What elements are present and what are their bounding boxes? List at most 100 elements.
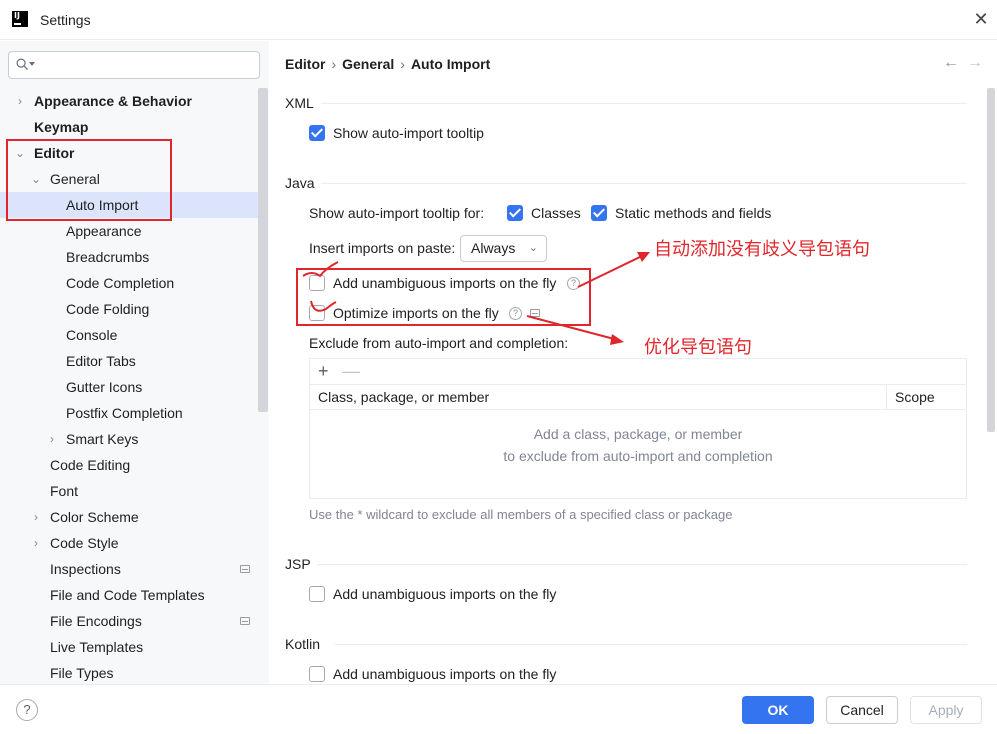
section-divider bbox=[335, 644, 967, 645]
chevron-right-icon[interactable]: › bbox=[14, 88, 26, 114]
insert-on-paste-label: Insert imports on paste: bbox=[309, 240, 456, 256]
sidebar-item-breadcrumbs[interactable]: Breadcrumbs bbox=[0, 244, 258, 270]
remove-icon: — bbox=[342, 361, 360, 381]
sidebar-item-font[interactable]: Font bbox=[0, 478, 258, 504]
sidebar-item-label: Console bbox=[66, 327, 118, 343]
section-kotlin-heading: Kotlin bbox=[285, 636, 321, 652]
breadcrumb-separator: › bbox=[331, 56, 337, 72]
static-methods-checkbox[interactable] bbox=[591, 205, 607, 221]
classes-checkbox[interactable] bbox=[507, 205, 523, 221]
sidebar-item-editor-tabs[interactable]: Editor Tabs bbox=[0, 348, 258, 374]
sidebar-item-label: Smart Keys bbox=[66, 431, 139, 447]
apply-button: Apply bbox=[910, 696, 982, 724]
classes-label: Classes bbox=[531, 205, 581, 221]
sidebar-item-label: Code Editing bbox=[50, 457, 131, 473]
breadcrumb-editor[interactable]: Editor bbox=[285, 56, 325, 72]
wildcard-hint: Use the * wildcard to exclude all member… bbox=[309, 507, 733, 522]
static-methods-label: Static methods and fields bbox=[615, 205, 772, 221]
sidebar-item-label: File and Code Templates bbox=[50, 587, 205, 603]
sidebar-item-color-scheme[interactable]: › Color Scheme bbox=[0, 504, 258, 530]
sidebar-item-postfix-completion[interactable]: Postfix Completion bbox=[0, 400, 258, 426]
search-input[interactable] bbox=[8, 51, 260, 79]
exclude-table: + — Class, package, or member Scope Add … bbox=[309, 358, 967, 499]
sidebar-item-code-folding[interactable]: Code Folding bbox=[0, 296, 258, 322]
sidebar-item-inspections[interactable]: Inspections bbox=[0, 556, 258, 582]
table-empty-text[interactable]: Add a class, package, or member bbox=[310, 426, 966, 442]
column-header-class[interactable]: Class, package, or member bbox=[318, 389, 489, 405]
section-xml-heading: XML bbox=[285, 95, 314, 111]
settings-sidebar: › Appearance & Behavior Keymap ⌄ Editor ⌄ Gene… bbox=[0, 41, 269, 684]
intellij-logo-icon: IJ bbox=[12, 11, 28, 27]
column-header-scope[interactable]: Scope bbox=[895, 389, 935, 405]
ok-button[interactable]: OK bbox=[742, 696, 814, 724]
sidebar-item-label: Code Style bbox=[50, 535, 119, 551]
dialog-footer: ? OK Cancel Apply bbox=[0, 684, 997, 734]
chevron-down-icon: ⌄ bbox=[528, 242, 538, 254]
jsp-add-unambiguous-label: Add unambiguous imports on the fly bbox=[333, 586, 557, 602]
annotation-box-sidebar bbox=[6, 139, 172, 221]
sidebar-item-gutter-icons[interactable]: Gutter Icons bbox=[0, 374, 258, 400]
breadcrumb: Editor › General › Auto Import bbox=[285, 56, 490, 72]
project-settings-marker-icon bbox=[240, 617, 250, 625]
sidebar-scrollbar[interactable] bbox=[258, 88, 268, 412]
close-icon[interactable]: ✕ bbox=[972, 10, 990, 28]
insert-on-paste-value: Always bbox=[471, 240, 516, 256]
chevron-right-icon[interactable]: › bbox=[30, 504, 42, 530]
content-scrollbar[interactable] bbox=[987, 88, 995, 432]
sidebar-item-live-templates[interactable]: Live Templates bbox=[0, 634, 258, 660]
sidebar-item-code-completion[interactable]: Code Completion bbox=[0, 270, 258, 296]
sidebar-item-label: Breadcrumbs bbox=[66, 249, 150, 265]
sidebar-item-console[interactable]: Console bbox=[0, 322, 258, 348]
annotation-note-optimize: 优化导包语句 bbox=[644, 337, 752, 358]
section-divider bbox=[317, 564, 967, 565]
search-icon bbox=[16, 58, 29, 71]
jsp-add-unambiguous-checkbox[interactable] bbox=[309, 586, 325, 602]
breadcrumb-auto-import: Auto Import bbox=[410, 56, 491, 72]
sidebar-item-label: Live Templates bbox=[50, 639, 144, 655]
sidebar-item-code-editing[interactable]: Code Editing bbox=[0, 452, 258, 478]
chevron-right-icon[interactable]: › bbox=[46, 426, 58, 452]
sidebar-item-appearance[interactable]: Appearance bbox=[0, 218, 258, 244]
section-divider bbox=[321, 103, 967, 104]
add-icon[interactable]: + bbox=[318, 361, 329, 382]
chevron-right-icon[interactable]: › bbox=[30, 530, 42, 556]
sidebar-item-file-types[interactable]: File Types bbox=[0, 660, 258, 684]
annotation-box-options bbox=[296, 268, 591, 326]
title-bar: IJ Settings ✕ bbox=[0, 0, 997, 40]
back-arrow-icon[interactable]: ← bbox=[943, 54, 959, 72]
section-jsp-heading: JSP bbox=[285, 556, 311, 572]
sidebar-item-file-encodings[interactable]: File Encodings bbox=[0, 608, 258, 634]
sidebar-item-label: Gutter Icons bbox=[66, 379, 143, 395]
kotlin-add-unambiguous-label: Add unambiguous imports on the fly bbox=[333, 666, 557, 682]
column-divider[interactable] bbox=[886, 385, 887, 410]
sidebar-item-label: Keymap bbox=[34, 119, 89, 135]
insert-on-paste-select[interactable]: Always ⌄ bbox=[460, 235, 547, 262]
sidebar-item-label: Color Scheme bbox=[50, 509, 139, 525]
show-auto-import-tooltip-label: Show auto-import tooltip bbox=[333, 125, 484, 141]
search-options-chevron-icon[interactable] bbox=[29, 62, 35, 67]
table-empty-text: to exclude from auto-import and completi… bbox=[503, 448, 773, 464]
sidebar-item-label: File Encodings bbox=[50, 613, 142, 629]
sidebar-item-smart-keys[interactable]: › Smart Keys bbox=[0, 426, 258, 452]
exclude-label: Exclude from auto-import and completion: bbox=[309, 335, 569, 351]
sidebar-item-file-and-code-templates[interactable]: File and Code Templates bbox=[0, 582, 258, 608]
tooltip-for-label: Show auto-import tooltip for: bbox=[309, 205, 485, 221]
sidebar-item-label: File Types bbox=[50, 665, 114, 681]
sidebar-item-code-style[interactable]: › Code Style bbox=[0, 530, 258, 556]
annotation-note-add-unambiguous: 自动添加没有歧义导包语句 bbox=[654, 239, 870, 260]
section-java-heading: Java bbox=[285, 175, 315, 191]
sidebar-item-label: Font bbox=[50, 483, 79, 499]
sidebar-item-label: Appearance & Behavior bbox=[34, 93, 192, 109]
window-title: Settings bbox=[40, 12, 91, 28]
help-button[interactable]: ? bbox=[16, 699, 38, 721]
table-header: Class, package, or member Scope bbox=[310, 385, 966, 410]
sidebar-item-appearance-behavior[interactable]: › Appearance & Behavior bbox=[0, 88, 258, 114]
cancel-button[interactable]: Cancel bbox=[826, 696, 898, 724]
kotlin-add-unambiguous-checkbox[interactable] bbox=[309, 666, 325, 682]
table-toolbar: + — bbox=[310, 359, 966, 385]
sidebar-item-label: Inspections bbox=[50, 561, 121, 577]
project-settings-marker-icon bbox=[240, 565, 250, 573]
breadcrumb-general[interactable]: General bbox=[342, 56, 394, 72]
sidebar-item-keymap[interactable]: Keymap bbox=[0, 114, 258, 140]
show-auto-import-tooltip-checkbox[interactable] bbox=[309, 125, 325, 141]
